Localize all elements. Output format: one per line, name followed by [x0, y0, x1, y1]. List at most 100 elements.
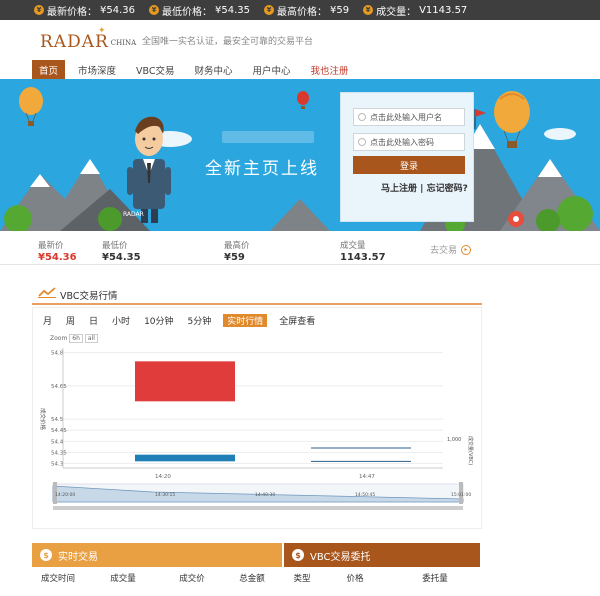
nav-item-5[interactable]: 我也注册 [304, 60, 356, 79]
chart-tab-3[interactable]: 小时 [110, 314, 132, 327]
go-trade-link[interactable]: 去交易 ▸ [430, 243, 472, 256]
ticker-item: ¥ 最高价格： ¥59 [264, 3, 349, 18]
high-price: 最高价 ¥59 [224, 239, 250, 263]
y-tick-label: 54.5 [51, 417, 64, 423]
column-header: 成交时间 [40, 574, 75, 584]
column-header: 成交量 [110, 574, 136, 584]
login-box: 点击此处输入用户名 点击此处输入密码 登录 马上注册 | 忘记密码? [340, 92, 474, 222]
main-nav: 首页 市场深度 VBC交易 财务中心 用户中心 我也注册 [32, 60, 482, 79]
username-placeholder: 点击此处输入用户名 [370, 112, 442, 122]
chart-tabs: 月周日小时 10分钟 5分钟 实时行情 全屏查看 [41, 314, 317, 327]
ticker-value: ¥54.35 [215, 4, 250, 16]
chart-tab-1[interactable]: 周 [64, 314, 77, 327]
candle [135, 454, 235, 462]
high-price-label: 最高价 [224, 241, 250, 251]
login-links: 马上注册 | 忘记密码? [381, 181, 468, 194]
balloon-small-icon [297, 91, 309, 109]
realtime-title: 实时交易 [58, 551, 98, 563]
balloon-right-icon [494, 91, 530, 148]
nav-item-3[interactable]: 财务中心 [188, 60, 240, 79]
nav-item-4[interactable]: 用户中心 [246, 60, 298, 79]
banner-subtitle-bar [222, 131, 314, 143]
balloon-left-icon [19, 87, 43, 126]
site-logo[interactable]: RADAR CHINA ✦ [40, 26, 137, 52]
price-ticker: ¥ 最新价格： ¥54.36 ¥ 最低价格： ¥54.35 ¥ 最高价格： ¥59 ¥ 成交量： V1… [0, 0, 600, 20]
column-header: 委托量 [422, 574, 448, 584]
chart-tab-5[interactable]: 5分钟 [186, 314, 214, 327]
forgot-password-link[interactable]: 忘记密码? [427, 184, 468, 194]
vbc-orders-title: VBC交易委托 [310, 551, 371, 563]
low-price-label: 最低价 [102, 241, 128, 251]
price-icon: ¥ [34, 5, 44, 15]
market-chart-panel: VBC交易行情 月周日小时 10分钟 5分钟 实时行情 全屏查看 Zoom 6h all… [32, 281, 482, 529]
navigator-tick-label: 15:01:00 [451, 492, 471, 498]
x-tick-label: 14:47 [359, 474, 375, 480]
navigator-tick-label: 14:50:45 [355, 492, 375, 498]
chart-header: VBC交易行情 [32, 281, 482, 305]
nav-item-2[interactable]: VBC交易 [129, 60, 181, 79]
y-tick-label: 54.35 [51, 450, 67, 456]
chart-title: VBC交易行情 [60, 291, 118, 302]
username-input[interactable]: 点击此处输入用户名 [353, 108, 465, 126]
realtime-header: $ 实时交易 [32, 543, 282, 567]
password-input[interactable]: 点击此处输入密码 [353, 133, 465, 151]
ticker-item: ¥ 最新价格： ¥54.36 [34, 3, 135, 18]
chart-tab-0[interactable]: 月 [41, 314, 54, 327]
logo-sub: CHINA [110, 39, 137, 47]
ticker-value: ¥59 [330, 4, 350, 16]
volume-label: 成交量 [340, 241, 366, 251]
latest-price-label: 最新价 [38, 241, 64, 251]
y-tick-label: 54.65 [51, 384, 67, 390]
column-header: 价格 [346, 574, 364, 584]
dollar-icon: $ [292, 549, 304, 561]
latest-price-value: ¥54.36 [38, 252, 77, 263]
scrollbar-thumb [53, 506, 463, 510]
y-tick-label: 54.8 [51, 350, 64, 356]
ticker-item: ¥ 成交量： V1143.57 [363, 3, 467, 18]
person-label: RADAR [123, 211, 144, 218]
price-icon: ¥ [149, 5, 159, 15]
chart-tab-6[interactable]: 实时行情 [223, 314, 268, 327]
column-header: 成交价 [179, 574, 205, 584]
volume: 成交量 1143.57 [340, 239, 386, 263]
price-icon: ¥ [264, 5, 274, 15]
line-chart-icon [38, 287, 56, 298]
candle [135, 361, 235, 402]
candlestick-chart[interactable]: 54.8 54.65 54.5 54.45 54.4 54.35 54.3 成交价格成交量(V… [33, 328, 481, 528]
low-price: 最低价 ¥54.35 [102, 239, 141, 263]
user-icon [358, 113, 366, 121]
y-tick-label: 54.4 [51, 439, 64, 445]
banner-title: 全新主页上线 [205, 159, 319, 179]
volume-value: 1143.57 [340, 252, 386, 263]
ticker-label: 最新价格： [47, 6, 97, 18]
high-price-value: ¥59 [224, 252, 245, 263]
lock-icon [358, 138, 366, 146]
y-tick-label: 54.45 [51, 428, 67, 434]
column-header: 总金额 [239, 574, 265, 584]
chart-tab-7[interactable]: 全屏查看 [277, 314, 317, 327]
login-button[interactable]: 登录 [353, 156, 465, 174]
y-axis-label: 成交价格 [39, 408, 47, 431]
hero-banner: 全新主页上线 RADAR 点击此处输入用户名 点击此处输入密码 登录 马上注册 … [0, 79, 600, 231]
dollar-icon: $ [40, 549, 52, 561]
chart-tab-2[interactable]: 日 [87, 314, 100, 327]
y2-tick-label: 1,000 [447, 437, 461, 443]
realtime-trades-panel: $ 实时交易 成交时间 成交量 成交价 总金额 [32, 543, 282, 596]
price-icon: ¥ [363, 5, 374, 15]
nav-item-1[interactable]: 市场深度 [71, 60, 123, 79]
link-separator: | [420, 184, 424, 194]
price-summary: 最新价 ¥54.36 最低价 ¥54.35 最高价 ¥59 成交量 1143.5… [0, 231, 600, 265]
y-tick-label: 54.3 [51, 462, 64, 468]
arrow-right-icon: ▸ [461, 244, 472, 255]
ticker-item: ¥ 最低价格： ¥54.35 [149, 3, 250, 18]
navigator-tick-label: 14:30:15 [155, 492, 175, 498]
ticker-label: 最高价格： [277, 6, 327, 18]
chart-tab-4[interactable]: 10分钟 [142, 314, 175, 327]
y2-axis-label: 成交量(VBC) [467, 436, 474, 465]
ticker-value: ¥54.36 [100, 4, 135, 16]
low-price-value: ¥54.35 [102, 252, 141, 263]
latest-price: 最新价 ¥54.36 [38, 239, 77, 263]
site-slogan: 全国唯一实名认证，最安全可靠的交易平台 [142, 37, 314, 47]
nav-item-0[interactable]: 首页 [32, 60, 66, 79]
register-link[interactable]: 马上注册 [381, 184, 417, 194]
